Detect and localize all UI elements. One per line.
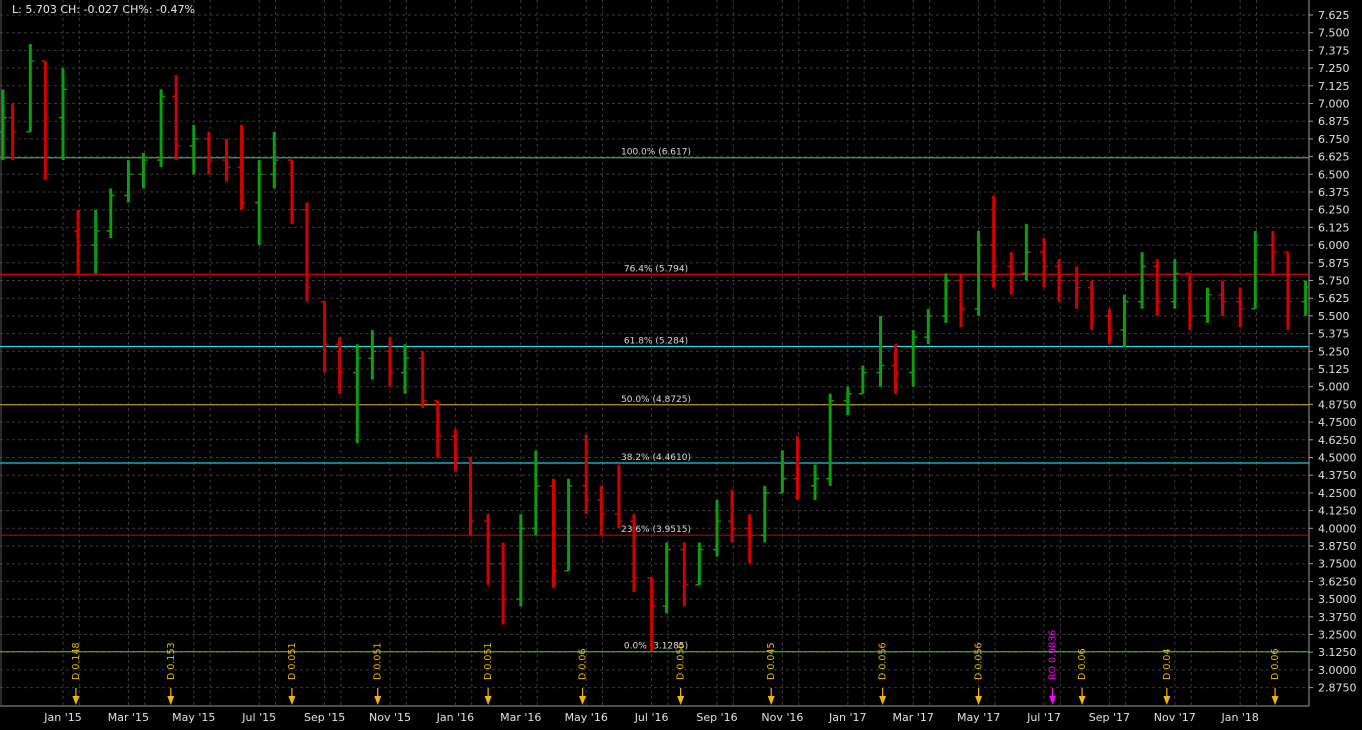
y-tick-label: 3.1250	[1318, 646, 1357, 659]
x-tick-label: Jan '15	[43, 711, 81, 724]
price-chart[interactable]: 7.625 7.500 7.375 7.250 7.125 7.000 6.875 6.750…	[0, 0, 1362, 730]
fib-level-label: 50.0% (4.8725)	[621, 395, 691, 405]
chart-window: 7.625 7.500 7.375 7.250 7.125 7.000 6.875 6.750…	[0, 0, 1362, 730]
y-tick-label: 4.7500	[1318, 416, 1357, 429]
y-tick-label: 5.750	[1318, 275, 1350, 288]
y-tick-label: 6.750	[1318, 133, 1350, 146]
fib-level-label: 38.2% (4.4610)	[621, 453, 691, 463]
down-arrow-icon	[72, 696, 80, 705]
y-tick-label: 7.625	[1318, 9, 1350, 22]
y-tick-label: 6.250	[1318, 204, 1350, 217]
y-tick-label: 5.375	[1318, 328, 1350, 341]
y-tick-label: 6.625	[1318, 151, 1350, 164]
y-tick-label: 6.375	[1318, 186, 1350, 199]
dividend-label: D 0.051	[287, 642, 298, 680]
x-tick-label: Sep '17	[1089, 711, 1130, 724]
y-tick-label: 7.250	[1318, 62, 1350, 75]
dividend-label: D 0.051	[483, 642, 494, 680]
y-tick-label: 6.000	[1318, 239, 1350, 252]
y-tick-label: 6.875	[1318, 115, 1350, 128]
y-tick-label: 7.125	[1318, 80, 1350, 93]
x-tick-label: Mar '17	[893, 711, 934, 724]
x-tick-label: May '15	[172, 711, 215, 724]
y-tick-label: 5.625	[1318, 292, 1350, 305]
x-tick-label: Sep '16	[696, 711, 737, 724]
down-arrow-icon	[579, 696, 587, 705]
y-tick-label: 3.7500	[1318, 558, 1357, 571]
y-tick-label: 3.0000	[1318, 664, 1357, 677]
down-arrow-icon	[167, 696, 175, 705]
y-tick-label: 5.125	[1318, 363, 1350, 376]
y-tick-label: 4.0000	[1318, 522, 1357, 535]
down-arrow-icon	[1271, 696, 1279, 705]
dividend-label: D 0.148	[71, 642, 82, 680]
x-tick-label: Jan '17	[828, 711, 866, 724]
down-arrow-icon	[1078, 696, 1086, 705]
down-arrow-icon	[1163, 696, 1171, 705]
x-tick-label: Jul '17	[1026, 711, 1061, 724]
down-arrow-icon	[288, 696, 296, 705]
dividend-label: D 0.056	[878, 642, 889, 680]
y-tick-label: 5.250	[1318, 345, 1350, 358]
rights-offer-label: RO 0.9836	[1048, 630, 1059, 680]
dividend-label: D 0.045	[766, 642, 777, 680]
y-tick-label: 4.1250	[1318, 505, 1357, 518]
y-tick-label: 5.500	[1318, 310, 1350, 323]
x-tick-label: Mar '16	[500, 711, 541, 724]
fib-level-label: 100.0% (6.617)	[621, 148, 691, 158]
dividend-label: D 0.06	[578, 649, 589, 681]
down-arrow-icon	[677, 696, 685, 705]
x-tick-label: Nov '15	[369, 711, 411, 724]
x-tick-label: Nov '16	[761, 711, 803, 724]
down-arrow-icon	[975, 696, 983, 705]
y-tick-label: 4.6250	[1318, 434, 1357, 447]
y-tick-label: 3.6250	[1318, 575, 1357, 588]
dividend-label: D 0.056	[974, 642, 985, 680]
down-arrow-icon	[1049, 696, 1057, 705]
y-tick-label: 7.500	[1318, 27, 1350, 40]
x-tick-label: Mar '15	[108, 711, 149, 724]
y-tick-label: 7.000	[1318, 98, 1350, 111]
down-arrow-icon	[767, 696, 775, 705]
y-tick-label: 3.2500	[1318, 629, 1357, 642]
x-tick-label: Nov '17	[1154, 711, 1196, 724]
y-tick-label: 4.8750	[1318, 398, 1357, 411]
down-arrow-icon	[374, 696, 382, 705]
dividend-label: D 0.051	[373, 642, 384, 680]
dividend-label: D 0.153	[166, 642, 177, 680]
x-tick-label: May '16	[565, 711, 608, 724]
down-arrow-icon	[484, 696, 492, 705]
x-tick-label: Sep '15	[304, 711, 345, 724]
x-tick-label: Jan '18	[1220, 711, 1258, 724]
price-readout: L: 5.703 CH: -0.027 CH%: -0.47%	[12, 3, 195, 16]
y-tick-label: 5.000	[1318, 381, 1350, 394]
y-tick-label: 6.500	[1318, 168, 1350, 181]
y-tick-label: 3.5000	[1318, 593, 1357, 606]
fib-level-label: 61.8% (5.284)	[624, 336, 688, 346]
dividend-label: D 0.04	[1162, 649, 1173, 681]
down-arrow-icon	[879, 696, 887, 705]
x-tick-label: Jul '15	[241, 711, 276, 724]
x-tick-label: Jan '16	[436, 711, 474, 724]
x-tick-label: May '17	[957, 711, 1000, 724]
y-tick-label: 7.375	[1318, 44, 1350, 57]
dividend-label: D 0.056	[676, 642, 687, 680]
y-tick-label: 5.875	[1318, 257, 1350, 270]
dividend-label: D 0.06	[1077, 649, 1088, 681]
x-tick-label: Jul '16	[634, 711, 669, 724]
y-tick-label: 6.125	[1318, 221, 1350, 234]
y-tick-label: 3.3750	[1318, 611, 1357, 624]
fib-level-label: 76.4% (5.794)	[624, 264, 688, 274]
dividend-label: D 0.06	[1270, 649, 1281, 681]
y-tick-label: 4.2500	[1318, 487, 1357, 500]
y-tick-label: 4.5000	[1318, 452, 1357, 465]
fib-level-label: 23.6% (3.9515)	[621, 525, 691, 535]
y-tick-label: 3.8750	[1318, 540, 1357, 553]
y-tick-label: 4.3750	[1318, 469, 1357, 482]
y-tick-label: 2.8750	[1318, 682, 1357, 695]
